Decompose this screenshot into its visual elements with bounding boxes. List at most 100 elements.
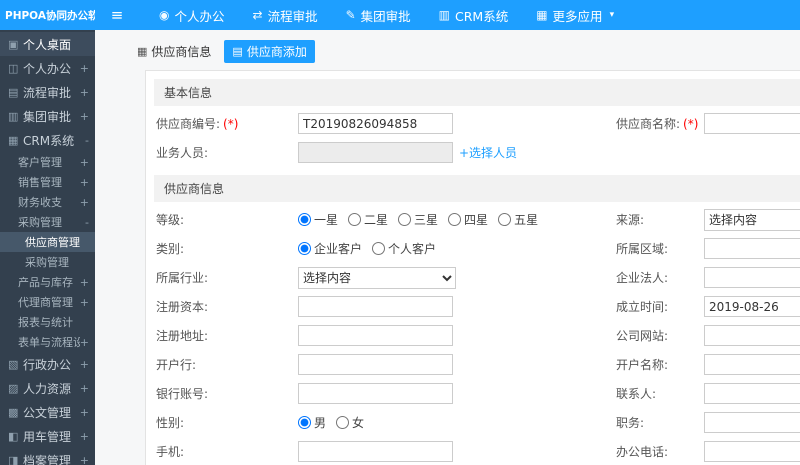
sidebar-item-label: 行政办公 <box>23 357 72 372</box>
caret-down-icon: ▾ <box>609 10 615 20</box>
menu-toggle-button[interactable]: ≡ <box>95 0 139 30</box>
industry-select[interactable]: 选择内容 <box>298 266 456 289</box>
sidebar-item-workflow-approval[interactable]: ▤ 流程审批 + <box>0 80 95 104</box>
level-option-1[interactable]: 二星 <box>348 211 388 228</box>
supplier-name-input[interactable] <box>704 113 800 134</box>
form-row: 供应商编号:(*) 供应商名称:(*) <box>146 109 800 138</box>
category-option-1[interactable]: 个人客户 <box>372 240 436 257</box>
tab-label: 供应商添加 <box>246 45 307 59</box>
sidebar-item-label: 集团审批 <box>23 109 72 124</box>
supplier-code-input[interactable] <box>298 113 453 134</box>
app-layout: ▣ 个人桌面 ◫ 个人办公 + ▤ 流程审批 + ▥ 集团审批 + ▦ CRM系统 - 客户管理 + 销售管理 +… <box>0 30 800 465</box>
account-name-input[interactable] <box>704 354 800 375</box>
company-website-label: 公司网站: <box>616 329 669 343</box>
sidebar-item-customer-mgmt[interactable]: 客户管理 + <box>0 152 95 172</box>
level-radio-group: 一星 二星 三星 四星 五星 <box>298 211 538 228</box>
sidebar-item-purchase-mgmt-sub[interactable]: 采购管理 <box>0 252 95 272</box>
main-content: ▦供应商信息▤供应商添加 基本信息供应商编号:(*)供应商名称:(*)业务人员:… <box>95 30 800 465</box>
sidebar-item-product-inventory[interactable]: 产品与库存 + <box>0 272 95 292</box>
nav-item-label: 更多应用 <box>552 8 603 24</box>
contact-person-label: 联系人: <box>616 387 657 401</box>
office-phone-input[interactable] <box>704 441 800 462</box>
sidebar-item-finance-mgmt[interactable]: 财务收支 + <box>0 192 95 212</box>
gender-option-0[interactable]: 男 <box>298 414 326 431</box>
level-radio-2[interactable] <box>398 213 412 226</box>
level-radio-1[interactable] <box>348 213 362 226</box>
position-label: 职务: <box>616 416 645 430</box>
legal-person-input[interactable] <box>704 267 800 288</box>
registered-capital-input[interactable] <box>298 296 453 317</box>
expand-plus-icon: + <box>79 357 89 371</box>
nav-item-workflow-approval[interactable]: ⇄ 流程审批 <box>239 0 332 30</box>
nav-item-group-approval[interactable]: ✎ 集团审批 <box>332 0 425 30</box>
sidebar-item-document-mgmt[interactable]: ▩ 公文管理 + <box>0 400 95 424</box>
gender-option-1[interactable]: 女 <box>336 414 364 431</box>
category-field: 企业客户 个人客户 <box>298 240 616 257</box>
form-row: 银行账号: 联系人: <box>146 379 800 408</box>
mobile-input[interactable] <box>298 441 453 462</box>
sidebar-item-human-resources[interactable]: ▨ 人力资源 + <box>0 376 95 400</box>
nav-item-crm-system[interactable]: ▥ CRM系统 <box>425 0 523 30</box>
source-select[interactable]: 选择内容 <box>704 208 800 231</box>
sidebar-item-group-approval[interactable]: ▥ 集团审批 + <box>0 104 95 128</box>
sidebar-item-archive-mgmt[interactable]: ◨ 档案管理 + <box>0 448 95 465</box>
level-option-0[interactable]: 一星 <box>298 211 338 228</box>
tab-supplier-add[interactable]: ▤ 供应商添加 <box>224 40 315 63</box>
expand-plus-icon: + <box>79 155 89 169</box>
process-approval-icon: ▤ <box>8 85 19 99</box>
contact-person-input[interactable] <box>704 383 800 404</box>
category-option-0[interactable]: 企业客户 <box>298 240 362 257</box>
sidebar-item-agent-mgmt[interactable]: 代理商管理 + <box>0 292 95 312</box>
business-person-field: +选择人员 <box>298 142 616 163</box>
level-option-4[interactable]: 五星 <box>498 211 538 228</box>
form-row: 开户行: 开户名称: <box>146 350 800 379</box>
level-radio-4[interactable] <box>498 213 512 226</box>
region-field <box>704 238 800 259</box>
sidebar-item-supplier-mgmt[interactable]: 供应商管理 <box>0 232 95 252</box>
business-person-input[interactable] <box>298 142 453 163</box>
tab-label: 供应商信息 <box>151 45 212 59</box>
desktop-icon: ▣ <box>8 37 19 51</box>
sidebar-item-label: 档案管理 <box>23 453 72 465</box>
position-input[interactable] <box>704 412 800 433</box>
sidebar-item-vehicle-mgmt[interactable]: ◧ 用车管理 + <box>0 424 95 448</box>
sidebar-item-personal-desktop[interactable]: ▣ 个人桌面 <box>0 32 95 56</box>
sidebar-item-admin-office[interactable]: ▧ 行政办公 + <box>0 352 95 376</box>
chart-icon: ▥ <box>438 8 450 22</box>
bank-account-input[interactable] <box>298 383 453 404</box>
sidebar-item-form-workflow-settings[interactable]: 表单与流程设置+ <box>0 332 95 352</box>
admin-icon: ▧ <box>8 357 19 371</box>
nav-item-label: 流程审批 <box>267 8 318 24</box>
sidebar-item-purchase-mgmt[interactable]: 采购管理 - <box>0 212 95 232</box>
nav-item-personal-office[interactable]: ◉ 个人办公 <box>145 0 239 30</box>
level-option-3[interactable]: 四星 <box>448 211 488 228</box>
category-radio-1[interactable] <box>372 242 386 255</box>
region-label: 所属区域: <box>616 242 669 256</box>
legal-person-field <box>704 267 800 288</box>
choose-person-link[interactable]: +选择人员 <box>459 144 517 161</box>
registered-address-input[interactable] <box>298 325 453 346</box>
office-phone-field <box>704 441 800 462</box>
sidebar-item-sales-mgmt[interactable]: 销售管理 + <box>0 172 95 192</box>
gender-radio-1[interactable] <box>336 416 350 429</box>
nav-item-label: 集团审批 <box>360 8 411 24</box>
form-row: 注册资本: 成立时间: <box>146 292 800 321</box>
supplier-code-field <box>298 113 616 134</box>
nav-item-more-apps[interactable]: ▦ 更多应用 ▾ <box>522 0 628 30</box>
founded-date-input[interactable] <box>704 296 800 317</box>
level-option-2[interactable]: 三星 <box>398 211 438 228</box>
category-radio-0[interactable] <box>298 242 311 255</box>
bank-input[interactable] <box>298 354 453 375</box>
gender-radio-0[interactable] <box>298 416 311 429</box>
sidebar-item-personal-office[interactable]: ◫ 个人办公 + <box>0 56 95 80</box>
company-website-input[interactable] <box>704 325 800 346</box>
region-input[interactable] <box>704 238 800 259</box>
tab-supplier-info[interactable]: ▦ 供应商信息 <box>129 40 219 63</box>
category-label: 类别: <box>156 242 185 256</box>
sidebar-item-crm-system[interactable]: ▦ CRM系统 - <box>0 128 95 152</box>
level-radio-0[interactable] <box>298 213 311 226</box>
source-field: 选择内容 <box>704 208 800 231</box>
level-radio-3[interactable] <box>448 213 462 226</box>
user-icon: ◉ <box>159 8 170 22</box>
sidebar-item-reports-stats[interactable]: 报表与统计 <box>0 312 95 332</box>
